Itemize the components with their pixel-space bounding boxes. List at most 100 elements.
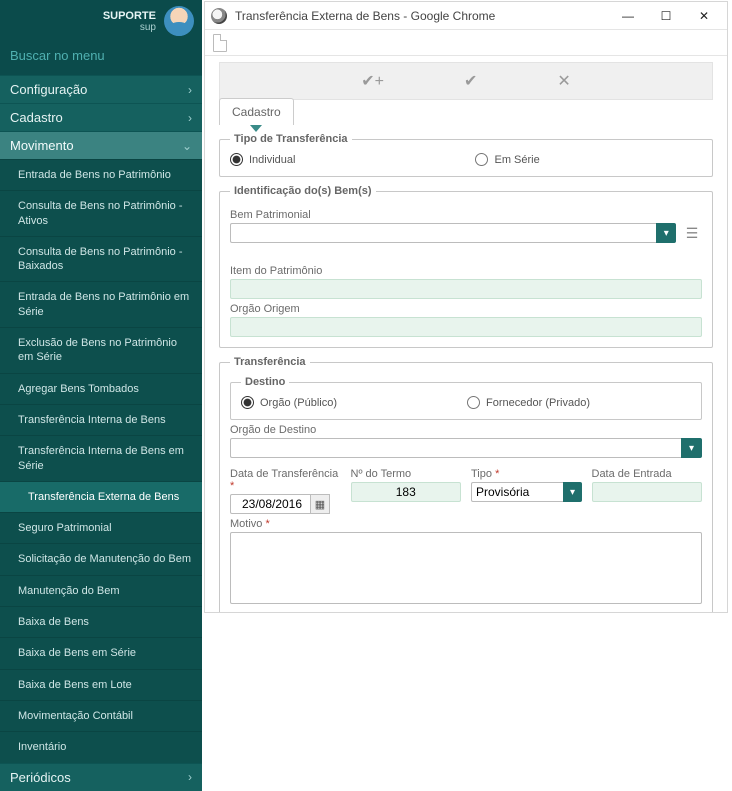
submenu-label: Baixa de Bens em Lote <box>18 679 132 691</box>
user-title: SUPORTE <box>103 10 156 22</box>
menu-search-input[interactable] <box>10 48 192 63</box>
radio-orgao-publico-label: Orgão (Público) <box>260 397 337 409</box>
window-buttons: — ☐ ✕ <box>609 2 723 30</box>
submenu-item[interactable]: Baixa de Bens em Série <box>0 637 202 668</box>
input-orgao-destino[interactable] <box>230 438 681 458</box>
save-button[interactable]: ✔ <box>464 71 477 91</box>
submenu-label: Manutenção do Bem <box>18 585 120 597</box>
submenu-label: Transferência Interna de Bens <box>18 414 166 426</box>
submenu-item-active[interactable]: Transferência Externa de Bens <box>0 481 202 512</box>
radio-orgao-publico-input[interactable] <box>241 396 254 409</box>
col-data-entrada: Data de Entrada <box>592 464 703 514</box>
tabs: Cadastro <box>219 98 713 125</box>
radio-fornecedor-privado-input[interactable] <box>467 396 480 409</box>
submenu-label: Consulta de Bens no Patrimônio - Baixado… <box>18 246 182 272</box>
input-item-patrimonio <box>230 279 702 299</box>
combo-bem-patrimonial: ▾ ☰ <box>230 223 702 243</box>
caret-down-icon: ▾ <box>664 228 669 239</box>
submenu-item[interactable]: Entrada de Bens no Patrimônio <box>0 159 202 190</box>
check-icon: ✔ <box>464 71 477 91</box>
file-icon[interactable] <box>213 34 227 52</box>
maximize-button[interactable]: ☐ <box>647 2 685 30</box>
submenu-label: Transferência Externa de Bens <box>28 491 179 503</box>
label-bem-patrimonial: Bem Patrimonial <box>230 209 702 221</box>
caret-down-icon: ▾ <box>689 443 694 454</box>
submenu-item[interactable]: Agregar Bens Tombados <box>0 373 202 404</box>
menu-movimento[interactable]: Movimento ⌄ <box>0 131 202 159</box>
combo-caret[interactable]: ▾ <box>563 482 581 502</box>
save-new-button[interactable]: ✔+ <box>361 71 384 91</box>
radio-individual[interactable]: Individual <box>230 153 295 166</box>
chevron-right-icon: › <box>188 83 192 97</box>
submenu-item[interactable]: Inventário <box>0 731 202 762</box>
cancel-button[interactable]: ✕ <box>557 71 570 91</box>
submenu-item[interactable]: Entrada de Bens no Patrimônio em Série <box>0 281 202 327</box>
label-item-patrimonio: Item do Patrimônio <box>230 265 702 277</box>
submenu-item[interactable]: Manutenção do Bem <box>0 575 202 606</box>
submenu-item[interactable]: Exclusão de Bens no Patrimônio em Série <box>0 327 202 373</box>
input-tipo[interactable] <box>471 482 563 502</box>
submenu-item[interactable]: Seguro Patrimonial <box>0 512 202 543</box>
radio-em-serie-input[interactable] <box>475 153 488 166</box>
check-plus-icon: ✔+ <box>361 71 384 91</box>
submenu-label: Inventário <box>18 741 66 753</box>
label-numero-termo: Nº do Termo <box>351 468 462 480</box>
label-tipo: Tipo * <box>471 468 582 480</box>
menu-cadastro[interactable]: Cadastro › <box>0 103 202 131</box>
input-data-entrada <box>592 482 703 502</box>
radio-fornecedor-privado[interactable]: Fornecedor (Privado) <box>467 396 590 409</box>
legend-destino: Destino <box>241 376 289 388</box>
user-sub: sup <box>103 22 156 33</box>
label-data-transferencia: Data de Transferência * <box>230 468 341 492</box>
combo-tipo: ▾ <box>471 482 582 502</box>
chrome-window: Transferência Externa de Bens - Google C… <box>204 1 728 613</box>
submenu-label: Baixa de Bens <box>18 616 89 628</box>
tab-active-indicator <box>250 125 262 132</box>
input-bem-patrimonial[interactable] <box>230 223 656 243</box>
submenu-item[interactable]: Consulta de Bens no Patrimônio - Ativos <box>0 190 202 236</box>
date-transferencia-wrap: ▦ <box>230 494 330 514</box>
submenu-label: Entrada de Bens no Patrimônio em Série <box>18 291 189 317</box>
combo-caret[interactable]: ▾ <box>656 223 676 243</box>
input-orgao-origem <box>230 317 702 337</box>
radio-orgao-publico[interactable]: Orgão (Público) <box>241 396 337 409</box>
window-title: Transferência Externa de Bens - Google C… <box>235 9 495 23</box>
radio-individual-input[interactable] <box>230 153 243 166</box>
maximize-icon: ☐ <box>661 9 672 23</box>
list-icon: ☰ <box>686 225 699 242</box>
sidebar: SUPORTE sup Configuração › Cadastro › Mo… <box>0 0 202 620</box>
combo-caret[interactable]: ▾ <box>681 438 702 458</box>
chevron-right-icon: › <box>188 770 192 784</box>
submenu-item[interactable]: Consulta de Bens no Patrimônio - Baixado… <box>0 236 202 282</box>
close-button[interactable]: ✕ <box>685 2 723 30</box>
minimize-button[interactable]: — <box>609 2 647 30</box>
row-tipo: Individual Em Série <box>230 153 702 166</box>
lookup-button[interactable]: ☰ <box>682 223 702 243</box>
radio-em-serie-label: Em Série <box>494 154 539 166</box>
submenu-item[interactable]: Baixa de Bens em Lote <box>0 669 202 700</box>
avatar[interactable] <box>164 6 194 36</box>
submenu-item[interactable]: Transferência Interna de Bens em Série <box>0 435 202 481</box>
radio-fornecedor-privado-label: Fornecedor (Privado) <box>486 397 590 409</box>
combo-orgao-destino: ▾ <box>230 438 702 458</box>
textarea-motivo[interactable] <box>230 532 702 604</box>
user-block: SUPORTE sup <box>0 0 202 38</box>
radio-individual-label: Individual <box>249 154 295 166</box>
calendar-button[interactable]: ▦ <box>310 494 330 514</box>
menu-configuracao[interactable]: Configuração › <box>0 75 202 103</box>
panel-identificacao: Identificação do(s) Bem(s) Bem Patrimoni… <box>219 185 713 348</box>
legend-tipo-transferencia: Tipo de Transferência <box>230 133 352 145</box>
menu-periodicos[interactable]: Periódicos › <box>0 763 202 791</box>
col-tipo: Tipo * ▾ <box>471 464 582 514</box>
submenu-item[interactable]: Transferência Interna de Bens <box>0 404 202 435</box>
label-orgao-destino: Orgão de Destino <box>230 424 702 436</box>
submenu-label: Entrada de Bens no Patrimônio <box>18 169 171 181</box>
label-data-entrada: Data de Entrada <box>592 468 703 480</box>
radio-em-serie[interactable]: Em Série <box>475 153 539 166</box>
submenu-item[interactable]: Movimentação Contábil <box>0 700 202 731</box>
window-titlebar[interactable]: Transferência Externa de Bens - Google C… <box>205 2 727 30</box>
submenu-item[interactable]: Solicitação de Manutenção do Bem <box>0 543 202 574</box>
tab-cadastro[interactable]: Cadastro <box>219 98 294 125</box>
action-bar: ✔+ ✔ ✕ <box>219 62 713 100</box>
submenu-item[interactable]: Baixa de Bens <box>0 606 202 637</box>
